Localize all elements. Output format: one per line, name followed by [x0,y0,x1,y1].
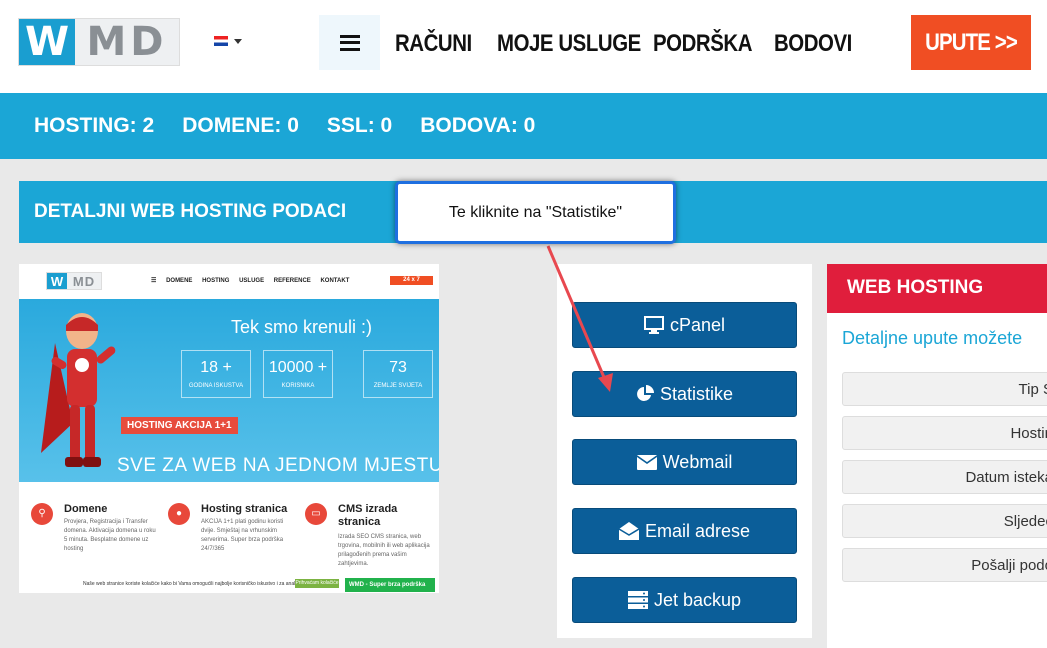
email-adrese-label: Email adrese [644,520,751,541]
preview-feature-desc: Provjera, Registracija i Transfer domena… [64,519,156,552]
service-buttons-panel: cPanel Statistike Webmail Email adrese J… [557,264,812,638]
preview-badge: 24 x 7 [390,276,433,285]
superhero-mascot-icon [41,313,116,467]
search-icon: ⚲ [31,503,53,525]
webmail-label: Webmail [662,451,733,472]
info-row-tip: Tip S [842,372,1047,406]
preview-menu-item: HOSTING [202,278,230,284]
info-row-label: Tip S [1018,380,1047,398]
stat-ssl[interactable]: SSL: 0 [327,114,392,138]
preview-menu-item: REFERENCE [273,278,311,284]
monitor-icon [643,316,664,334]
details-title: DETALJNI WEB HOSTING PODACI [34,201,347,222]
menu-button[interactable] [319,15,380,70]
instruction-callout: Te kliknite na "Statistike" [395,181,676,244]
nav-bodovi[interactable]: BODOVI [774,30,852,58]
envelope-open-icon [618,522,639,540]
preview-stat-label: KORISNIKA [281,383,315,389]
stat-domene[interactable]: DOMENE: 0 [182,114,299,138]
statistike-label: Statistike [659,383,734,404]
nav-racuni[interactable]: RAČUNI [395,30,472,58]
server-icon [627,591,648,609]
preview-feature-desc: Izrada SEO CMS stranica, web trgovina, m… [338,534,430,567]
jet-backup-label: Jet backup [653,589,742,610]
preview-stat-box: 10000 + KORISNIKA [263,350,333,398]
top-navigation: W MD RAČUNI MOJE USLUGE PODRŠKA BODOVI U… [0,0,1047,93]
preview-menu-item: DOMENE [166,278,193,284]
logo-md: MD [75,19,179,65]
info-row-posalji[interactable]: Pošalji podo [842,548,1047,582]
upute-link[interactable]: Detaljne upute možete [842,328,1022,349]
info-row-datum-isteka: Datum isteka [842,460,1047,494]
preview-stat-number: 73 [389,359,407,376]
preview-feature-title: CMS izrada stranica [338,503,398,528]
info-row-label: Pošalji podo [971,556,1047,574]
preview-header: W MD ☰ DOMENE HOSTING USLUGE REFERENCE K… [19,264,439,299]
preview-stat-box: 18 + GODINA ISKUSTVA [181,350,251,398]
webmail-button[interactable]: Webmail [572,439,797,485]
preview-chat-badge: WMD - Super brza podrška [345,578,435,592]
stat-bodova[interactable]: BODOVA: 0 [420,114,535,138]
preview-menu-item: USLUGE [239,278,265,284]
preview-stat-number: 18 + [200,359,232,376]
preview-hero: Tek smo krenuli :) 18 + GODINA ISKUSTVA … [19,299,439,482]
preview-menu-item: KONTAKT [320,278,350,284]
croatia-flag-icon[interactable] [214,36,228,46]
preview-logo-md: MD [67,273,101,289]
info-row-label: Sljedeć [1003,512,1047,530]
preview-stat-label: ZEMLJE SVIJETA [373,383,423,389]
nav-podrska[interactable]: PODRŠKA [653,30,752,58]
upute-button[interactable]: UPUTE >> [911,15,1031,70]
preview-cookie-button: Prihvaćam kolačiće [295,579,339,588]
info-row-label: Datum isteka [965,468,1047,486]
preview-feature-title: Domene [64,503,108,515]
preview-stat-number: 10000 + [268,359,328,376]
cpanel-button[interactable]: cPanel [572,302,797,348]
callout-text: Te kliknite na "Statistike" [448,203,623,221]
globe-icon: ● [168,503,190,525]
chevron-down-icon[interactable] [234,39,242,44]
preview-action-label: HOSTING AKCIJA 1+1 [121,417,238,434]
info-row-hosting: Hostin [842,416,1047,450]
monitor-icon: ▭ [305,503,327,525]
wmd-logo[interactable]: W MD [18,18,180,66]
preview-feature-desc: AKCIJA 1+1 plati godinu koristi dvije. S… [201,519,284,552]
hamburger-icon [339,34,360,51]
jet-backup-button[interactable]: Jet backup [572,577,797,623]
preview-menu: ☰ DOMENE HOSTING USLUGE REFERENCE KONTAK… [151,277,357,284]
preview-feature-title: Hosting stranica [201,503,288,515]
preview-logo: W MD [46,272,102,290]
statistike-button[interactable]: Statistike [572,371,797,417]
web-hosting-panel: WEB HOSTING Detaljne upute možete Tip S … [827,264,1047,648]
email-adrese-button[interactable]: Email adrese [572,508,797,554]
preview-stat-box: 73 ZEMLJE SVIJETA [363,350,433,398]
preview-stat-label: GODINA ISKUSTVA [188,383,244,389]
web-hosting-title: WEB HOSTING [827,264,1047,313]
preview-cookie-text: Naše web stranice koriste kolačiće kako … [83,581,323,587]
info-row-sljedeci: Sljedeć [842,504,1047,538]
stat-hosting[interactable]: HOSTING: 2 [34,114,154,138]
logo-w: W [19,19,75,65]
nav-moje-usluge[interactable]: MOJE USLUGE [497,30,641,58]
envelope-icon [636,454,657,470]
preview-slogan: SVE ZA WEB NA JEDNOM MJESTU [117,455,439,476]
upute-label: UPUTE >> [925,28,1018,56]
cpanel-label: cPanel [669,314,726,335]
stats-bar: HOSTING: 2 DOMENE: 0 SSL: 0 BODOVA: 0 [0,93,1047,159]
preview-hero-title: Tek smo krenuli :) [231,317,373,337]
preview-logo-w: W [47,273,67,289]
preview-hamburger-icon: ☰ [151,278,157,284]
info-row-label: Hostin [1010,424,1047,442]
pie-chart-icon [637,385,654,401]
website-preview-image: W MD ☰ DOMENE HOSTING USLUGE REFERENCE K… [19,264,439,593]
